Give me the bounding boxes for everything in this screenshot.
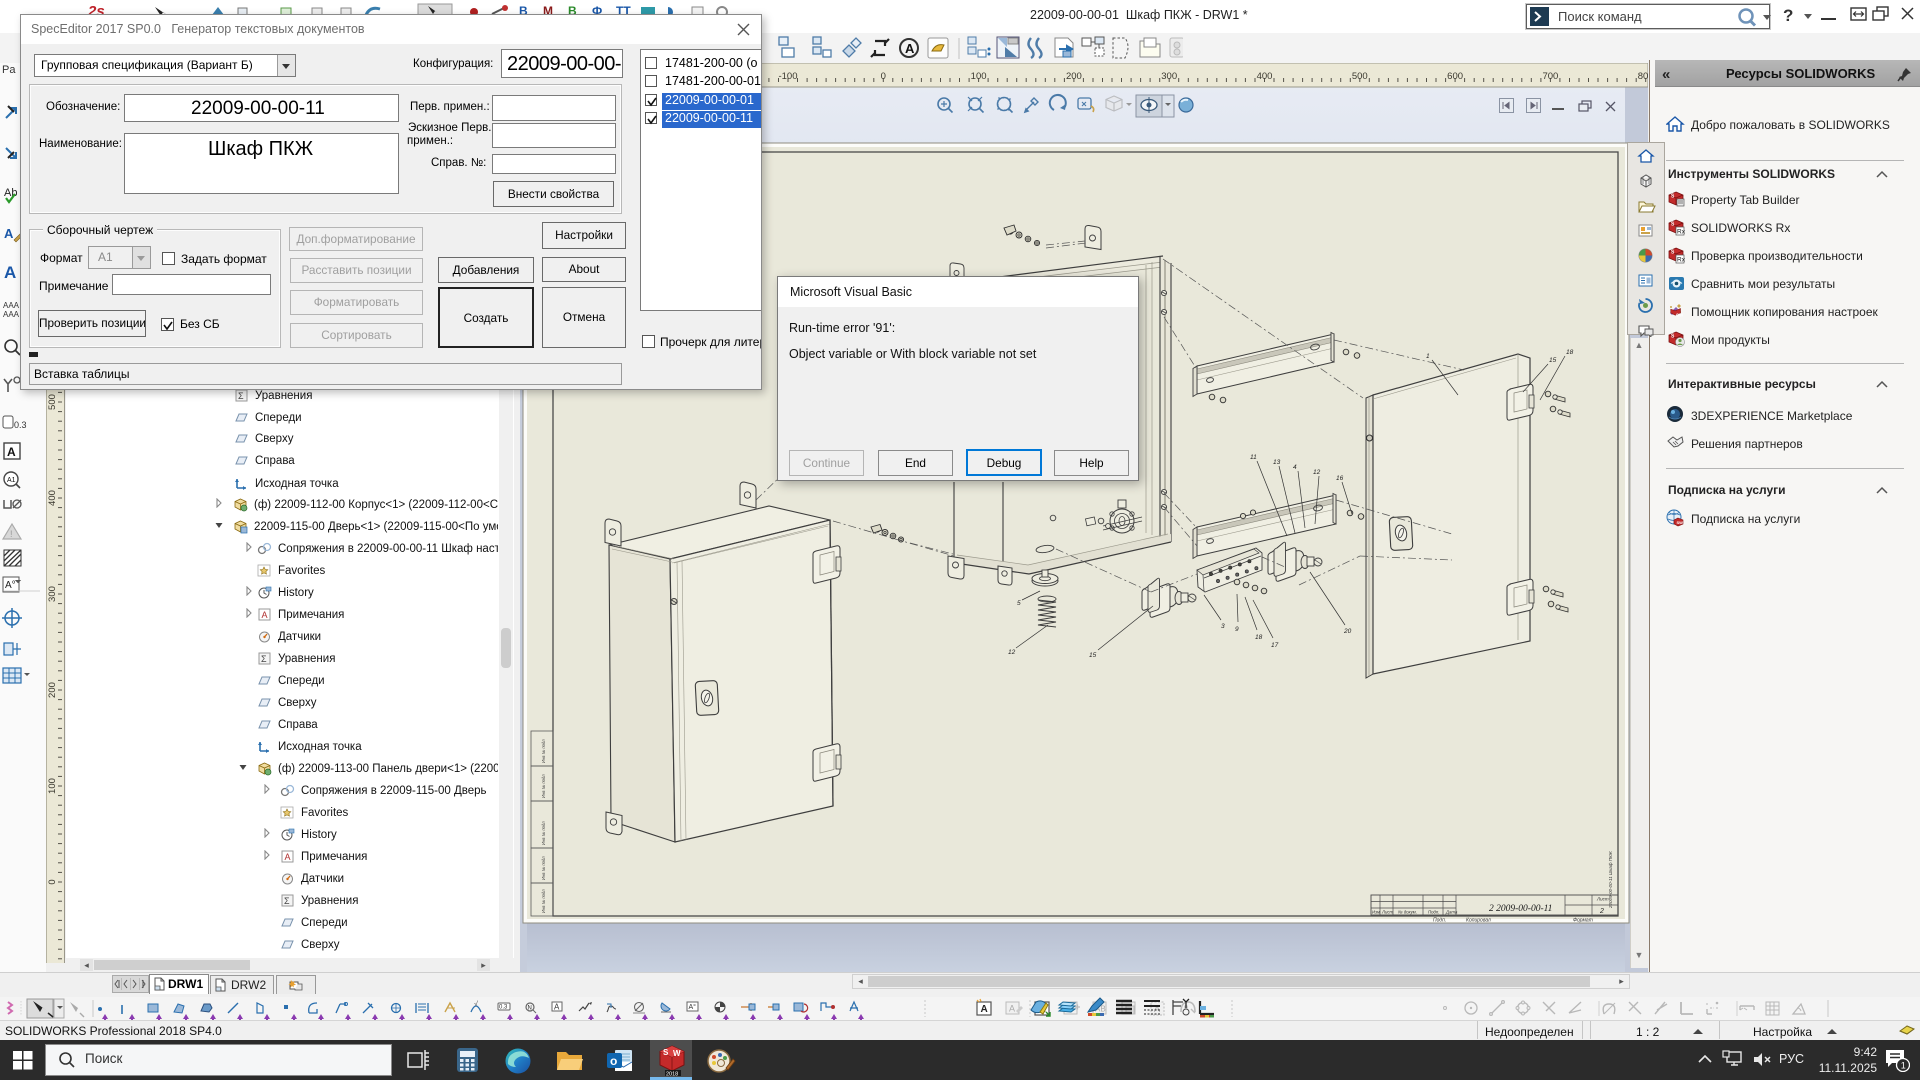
svg-text:2: 2: [1599, 908, 1604, 915]
svg-text:B: B: [568, 4, 577, 14]
svg-text:A: A: [7, 445, 16, 459]
svg-text:2s: 2s: [87, 3, 105, 14]
svg-text:A°: A°: [5, 580, 16, 591]
svg-text:0.3: 0.3: [499, 1005, 508, 1011]
svg-text:18: 18: [1255, 634, 1263, 641]
svg-text:Rx: Rx: [1677, 229, 1685, 236]
svg-text:Дата: Дата: [1445, 910, 1458, 915]
svg-text:A°: A°: [689, 1003, 697, 1011]
svg-text:18: 18: [1566, 349, 1574, 356]
svg-text:N: N: [528, 1006, 532, 1012]
svg-text:3: 3: [1221, 623, 1225, 630]
svg-text:Подп.: Подп.: [1428, 910, 1439, 915]
svg-text:Σ: Σ: [238, 391, 244, 401]
svg-text:800: 800: [1638, 71, 1648, 82]
svg-text:Инв № подл: Инв № подл: [541, 856, 546, 880]
svg-text:Инв № подл: Инв № подл: [541, 739, 546, 763]
svg-text:AAA: AAA: [3, 301, 20, 310]
svg-text:100: 100: [971, 71, 987, 82]
svg-text:500: 500: [1352, 71, 1368, 82]
svg-text:300: 300: [1161, 71, 1177, 82]
svg-text:2 2009-00-00-11: 2 2009-00-00-11: [1489, 904, 1552, 914]
svg-text:300: 300: [47, 586, 58, 602]
svg-text:17: 17: [1271, 642, 1279, 649]
svg-text:A: A: [285, 852, 291, 862]
svg-text:SW: SW: [1677, 520, 1684, 525]
svg-text:16: 16: [1336, 475, 1344, 482]
svg-text:№ докум.: № докум.: [1398, 910, 1417, 915]
svg-text:Инв № подл: Инв № подл: [541, 774, 546, 798]
svg-text:A1: A1: [7, 477, 16, 484]
svg-text:Σ: Σ: [284, 896, 290, 906]
svg-text:M: M: [543, 4, 553, 14]
svg-text:400: 400: [1257, 71, 1273, 82]
svg-text:Pa: Pa: [2, 64, 16, 76]
svg-text:B: B: [519, 4, 528, 14]
svg-text:A: A: [1009, 1004, 1015, 1014]
svg-text:5: 5: [1017, 600, 1021, 607]
svg-text:Копировал: Копировал: [1466, 918, 1491, 924]
svg-text:2018: 2018: [666, 1072, 678, 1077]
svg-text:0: 0: [47, 879, 58, 884]
svg-text:12: 12: [1008, 649, 1016, 656]
svg-text:A: A: [554, 1003, 560, 1012]
svg-text:200: 200: [1066, 71, 1082, 82]
svg-text:15: 15: [1089, 652, 1097, 659]
svg-text:13: 13: [1273, 459, 1281, 466]
svg-text:!: !: [10, 529, 13, 539]
svg-text:√: √: [474, 1000, 478, 1008]
svg-text:Лист: Лист: [1381, 910, 1393, 915]
svg-text:Формат: Формат: [1573, 918, 1593, 924]
svg-text:15: 15: [1549, 357, 1557, 364]
svg-text:4: 4: [1293, 464, 1297, 471]
svg-text:Подп.: Подп.: [1433, 918, 1446, 924]
svg-text:A: A: [4, 226, 14, 241]
svg-text:1: 1: [1426, 353, 1430, 360]
svg-text:1: 1: [1901, 1061, 1906, 1071]
svg-text:Σ: Σ: [261, 654, 267, 664]
svg-text:0.3: 0.3: [14, 420, 27, 430]
svg-text:S: S: [663, 1048, 669, 1057]
svg-text:Rx: Rx: [1677, 257, 1685, 264]
svg-text:o: o: [610, 1054, 617, 1068]
svg-text:Изм: Изм: [1372, 910, 1380, 915]
svg-text:100: 100: [47, 778, 58, 794]
svg-text:600: 600: [1447, 71, 1463, 82]
svg-text:Ф: Ф: [592, 4, 602, 14]
svg-text:A: A: [981, 1004, 988, 1015]
svg-text:200: 200: [47, 682, 58, 698]
svg-text:0: 0: [881, 71, 886, 82]
svg-text:12: 12: [1313, 469, 1321, 476]
svg-text:Инв № подл: Инв № подл: [541, 821, 546, 845]
svg-text:SW: SW: [1676, 313, 1684, 318]
svg-text:AAA: AAA: [3, 310, 20, 319]
svg-text:A: A: [4, 263, 16, 282]
svg-text:11: 11: [1250, 454, 1257, 461]
svg-text:Инв № подл: Инв № подл: [541, 889, 546, 913]
svg-text:W: W: [673, 1049, 681, 1058]
svg-text:A: A: [262, 610, 268, 620]
svg-text:400: 400: [47, 490, 58, 506]
svg-text:Лист: Лист: [1596, 897, 1609, 902]
svg-text:9: 9: [1235, 626, 1239, 633]
svg-text:-100: -100: [778, 71, 797, 82]
svg-text:Ab: Ab: [4, 187, 17, 199]
svg-text:22009-00-00-11 Шкаф ПКЖ: 22009-00-00-11 Шкаф ПКЖ: [1608, 850, 1613, 909]
svg-text:20: 20: [1343, 628, 1352, 635]
svg-text:TT: TT: [616, 4, 631, 14]
svg-text:500: 500: [47, 394, 58, 410]
svg-text:A: A: [905, 41, 915, 56]
svg-text:700: 700: [1542, 71, 1558, 82]
